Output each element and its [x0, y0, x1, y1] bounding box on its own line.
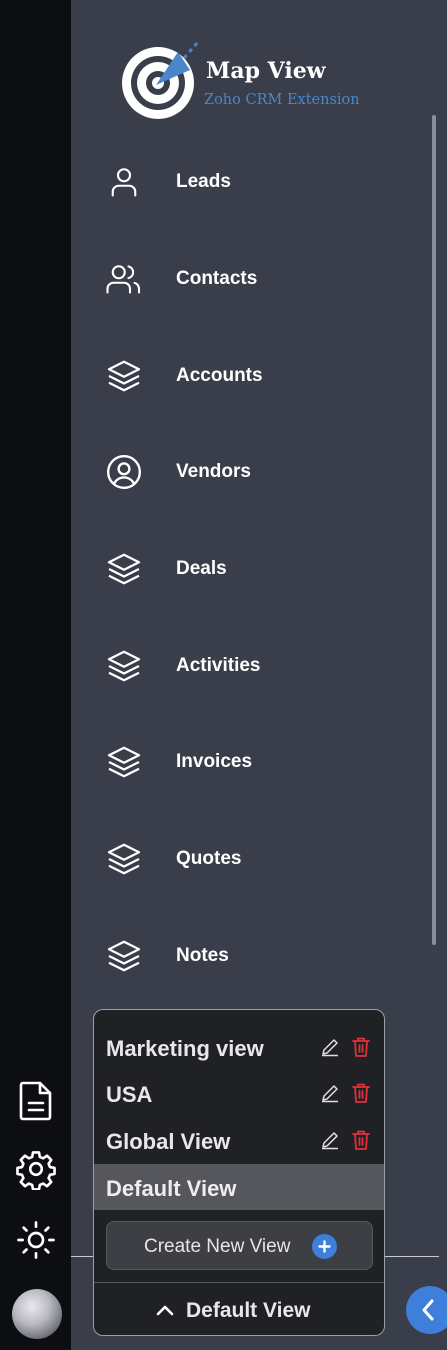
layers-icon	[104, 744, 144, 780]
view-option-usa[interactable]: USA	[94, 1070, 384, 1116]
nav-label: Accounts	[176, 365, 263, 386]
pencil-icon[interactable]	[320, 1130, 340, 1150]
trash-icon[interactable]	[351, 1036, 371, 1058]
layers-icon	[104, 938, 144, 974]
nav-label: Activities	[176, 655, 261, 676]
nav-item-activities[interactable]: Activities	[71, 636, 431, 696]
nav-label: Contacts	[176, 268, 258, 289]
users-icon	[104, 261, 144, 297]
nav-label: Quotes	[176, 848, 242, 869]
nav-item-leads[interactable]: Leads	[71, 152, 431, 212]
app-root: Map View Zoho CRM Extension Leads Contac…	[0, 0, 447, 1350]
nav-label: Invoices	[176, 751, 253, 772]
trash-icon[interactable]	[351, 1129, 371, 1151]
view-label: Default View	[106, 1176, 237, 1201]
view-label: USA	[106, 1082, 153, 1107]
target-logo-icon	[122, 41, 200, 119]
view-label: Marketing view	[106, 1036, 264, 1061]
nav-label: Leads	[176, 171, 231, 192]
view-option-default[interactable]: Default View	[94, 1164, 384, 1210]
user-icon	[104, 164, 144, 200]
views-dropdown: Marketing view USA Global View Default V…	[93, 1009, 385, 1336]
nav-item-notes[interactable]: Notes	[71, 926, 431, 986]
nav-item-invoices[interactable]: Invoices	[71, 732, 431, 792]
collapse-sidebar-button[interactable]	[406, 1286, 447, 1334]
nav-label: Vendors	[176, 461, 251, 482]
nav-item-accounts[interactable]: Accounts	[71, 346, 431, 406]
logo-title: Map View	[206, 58, 326, 84]
view-label: Global View	[106, 1129, 231, 1154]
layers-icon	[104, 841, 144, 877]
document-icon[interactable]	[14, 1078, 58, 1122]
logo-subtitle: Zoho CRM Extension	[204, 92, 360, 108]
nav-item-contacts[interactable]: Contacts	[71, 249, 431, 309]
nav-label: Deals	[176, 558, 227, 579]
view-option-global[interactable]: Global View	[94, 1117, 384, 1163]
sun-icon[interactable]	[14, 1218, 58, 1262]
layers-icon	[104, 358, 144, 394]
current-view-label: Default View	[186, 1299, 311, 1322]
layers-icon	[104, 551, 144, 587]
avatar[interactable]	[12, 1289, 62, 1339]
nav-label: Notes	[176, 945, 229, 966]
trash-icon[interactable]	[351, 1082, 371, 1104]
scrollbar[interactable]	[432, 115, 436, 945]
logo: Map View Zoho CRM Extension	[118, 36, 378, 126]
plus-icon	[312, 1234, 337, 1259]
nav-item-vendors[interactable]: Vendors	[71, 442, 431, 502]
view-option-marketing[interactable]: Marketing view	[94, 1024, 384, 1070]
current-view-toggle[interactable]: Default View	[94, 1283, 384, 1335]
nav-item-quotes[interactable]: Quotes	[71, 829, 431, 889]
pencil-icon[interactable]	[320, 1037, 340, 1057]
chevron-up-icon	[156, 1302, 174, 1318]
chevron-left-icon	[422, 1299, 434, 1321]
create-view-label: Create New View	[144, 1236, 291, 1257]
layers-icon	[104, 648, 144, 684]
gear-icon[interactable]	[14, 1147, 58, 1191]
create-new-view-button[interactable]: Create New View	[106, 1221, 373, 1270]
pencil-icon[interactable]	[320, 1083, 340, 1103]
nav-item-deals[interactable]: Deals	[71, 539, 431, 599]
left-rail	[0, 0, 71, 1350]
user-circle-icon	[104, 454, 144, 490]
